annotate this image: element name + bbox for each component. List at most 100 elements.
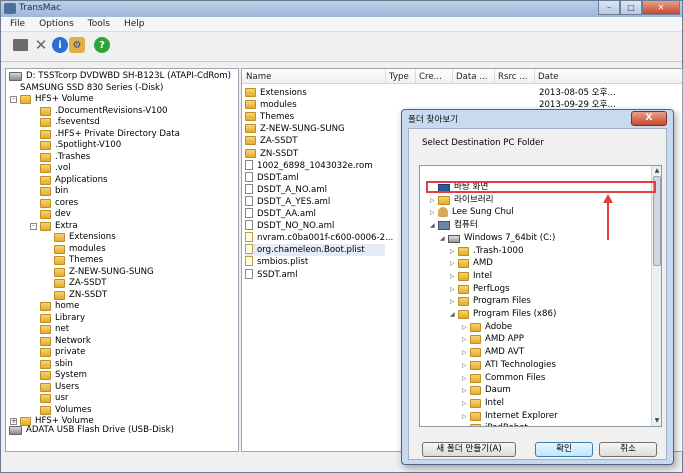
expand-arrow-icon[interactable]: ▷: [462, 385, 467, 396]
expand-arrow-icon[interactable]: ▷: [462, 360, 467, 371]
column-header-date[interactable]: Date: [538, 72, 559, 82]
tree-item[interactable]: Extensions: [54, 232, 116, 243]
folder-tree-item[interactable]: Program Files (x86): [458, 309, 556, 320]
tree-item[interactable]: Z-NEW-SUNG-SUNG: [54, 267, 154, 278]
tree-item[interactable]: Volumes: [40, 405, 91, 416]
expand-icon[interactable]: +: [10, 418, 17, 425]
settings-icon[interactable]: ⚙: [69, 37, 85, 53]
folder-tree-item[interactable]: Daum: [470, 385, 511, 396]
maximize-button[interactable]: □: [620, 1, 642, 15]
tree-item[interactable]: HFS+ Volume: [20, 94, 94, 105]
folder-tree-item[interactable]: .Trash-1000: [458, 246, 523, 257]
close-button[interactable]: ✕: [642, 1, 680, 15]
file-row[interactable]: nvram.c0ba001f-c600-0006-2...: [245, 232, 393, 244]
tree-item[interactable]: .Trashes: [40, 152, 90, 163]
expand-arrow-icon[interactable]: ▷: [462, 347, 467, 358]
column-separator[interactable]: [534, 69, 535, 84]
column-header-data-size[interactable]: Data ...: [456, 72, 487, 82]
menu-tools[interactable]: Tools: [79, 17, 115, 31]
tree-item[interactable]: modules: [54, 244, 106, 255]
folder-tree-item[interactable]: Common Files: [470, 373, 545, 384]
column-separator[interactable]: [385, 69, 386, 84]
collapse-arrow-icon[interactable]: ◢: [440, 233, 445, 244]
tree-item[interactable]: home: [40, 301, 79, 312]
column-header-creator[interactable]: Cre...: [419, 72, 442, 82]
expand-arrow-icon[interactable]: ▷: [450, 246, 455, 257]
file-row[interactable]: modules: [245, 99, 385, 111]
tree-item[interactable]: bin: [40, 186, 68, 197]
column-separator[interactable]: [452, 69, 453, 84]
file-row[interactable]: smbios.plist: [245, 256, 385, 268]
volume-tree[interactable]: D: TSSTcorp DVDWBD SH-B123L (ATAPI-CdRom…: [5, 68, 239, 452]
scroll-up-arrow-icon[interactable]: ▲: [652, 166, 661, 176]
folder-tree-scrollbar[interactable]: ▲ ▼: [651, 166, 661, 426]
new-folder-button[interactable]: 새 폴더 만들기(A): [422, 442, 516, 457]
expand-arrow-icon[interactable]: ▷: [450, 296, 455, 307]
file-row[interactable]: Z-NEW-SUNG-SUNG: [245, 123, 385, 135]
expand-arrow-icon[interactable]: ▷: [462, 322, 467, 333]
ok-button[interactable]: 확인: [535, 442, 593, 457]
collapse-arrow-icon[interactable]: ◢: [430, 220, 435, 231]
help-icon[interactable]: ?: [94, 37, 110, 53]
tree-item[interactable]: net: [40, 324, 69, 335]
file-row[interactable]: DSDT_A_NO.aml: [245, 183, 385, 196]
tree-item[interactable]: dev: [40, 209, 71, 220]
menu-help[interactable]: Help: [115, 17, 150, 31]
expand-arrow-icon[interactable]: ▷: [462, 373, 467, 384]
tree-item[interactable]: Extra: [40, 221, 78, 232]
folder-tree-item[interactable]: Adobe: [470, 322, 512, 333]
tree-item[interactable]: ZA-SSDT: [54, 278, 106, 289]
menu-options[interactable]: Options: [30, 17, 79, 31]
expand-arrow-icon[interactable]: ▷: [430, 207, 435, 218]
column-separator[interactable]: [415, 69, 416, 84]
tree-item[interactable]: System: [40, 370, 87, 381]
collapse-icon[interactable]: -: [10, 96, 17, 103]
file-row[interactable]: ZN-SSDT: [245, 148, 385, 160]
folder-tree-item[interactable]: AMD APP: [470, 334, 524, 345]
folder-tree-item[interactable]: Windows 7_64bit (C:): [448, 233, 555, 244]
tree-item[interactable]: Applications: [40, 175, 108, 186]
tree-item[interactable]: SAMSUNG SSD 830 Series (-Disk): [20, 83, 163, 94]
info-icon[interactable]: i: [52, 37, 68, 53]
column-separator[interactable]: [494, 69, 495, 84]
file-row[interactable]: ZA-SSDT: [245, 135, 385, 147]
folder-tree-item[interactable]: ATI Technologies: [470, 360, 556, 371]
file-row[interactable]: Themes: [245, 111, 385, 123]
tree-item[interactable]: ADATA USB Flash Drive (USB-Disk): [9, 425, 174, 436]
folder-tree-item[interactable]: AMD: [458, 258, 493, 269]
tree-item[interactable]: cores: [40, 198, 78, 209]
expand-arrow-icon[interactable]: ▷: [462, 334, 467, 345]
tree-item[interactable]: ZN-SSDT: [54, 290, 107, 301]
folder-tree-item[interactable]: PerfLogs: [458, 284, 510, 295]
expand-arrow-icon[interactable]: ▷: [430, 195, 435, 206]
folder-tree-item[interactable]: Internet Explorer: [470, 411, 558, 422]
tree-item[interactable]: .HFS+ Private Directory Data: [40, 129, 180, 140]
expand-arrow-icon[interactable]: ▷: [462, 398, 467, 409]
scroll-down-arrow-icon[interactable]: ▼: [652, 416, 661, 426]
tree-item[interactable]: Users: [40, 382, 79, 393]
file-row[interactable]: DSDT_AA.aml: [245, 208, 385, 220]
folder-tree-item[interactable]: Intel: [458, 271, 492, 282]
collapse-arrow-icon[interactable]: ◢: [450, 309, 455, 320]
dialog-close-button[interactable]: X: [631, 111, 667, 126]
title-bar[interactable]: TransMac – □ ✕: [1, 1, 682, 17]
tree-item[interactable]: .Spotlight-V100: [40, 140, 121, 151]
expand-arrow-icon[interactable]: ▷: [450, 271, 455, 282]
file-row[interactable]: SSDT.aml: [245, 268, 385, 281]
column-header-name[interactable]: Name: [246, 72, 271, 82]
tree-item[interactable]: .vol: [40, 163, 70, 174]
file-row[interactable]: 1002_6898_1043032e.rom: [245, 159, 385, 172]
folder-tree-item[interactable]: Intel: [470, 398, 504, 409]
delete-icon[interactable]: ✕: [33, 36, 49, 54]
tree-item[interactable]: private: [40, 347, 85, 358]
minimize-button[interactable]: –: [598, 1, 620, 15]
column-header-type[interactable]: Type: [389, 72, 409, 82]
expand-arrow-icon[interactable]: ▷: [462, 423, 467, 426]
folder-tree-item[interactable]: Program Files: [458, 296, 531, 307]
column-header-rsrc-size[interactable]: Rsrc ...: [498, 72, 527, 82]
folder-tree-item[interactable]: iPodRobot: [470, 423, 528, 426]
menu-file[interactable]: File: [1, 17, 30, 31]
file-row[interactable]: DSDT.aml: [245, 171, 385, 184]
file-row[interactable]: DSDT_NO_NO.aml: [245, 220, 385, 232]
expand-arrow-icon[interactable]: ▷: [450, 258, 455, 269]
